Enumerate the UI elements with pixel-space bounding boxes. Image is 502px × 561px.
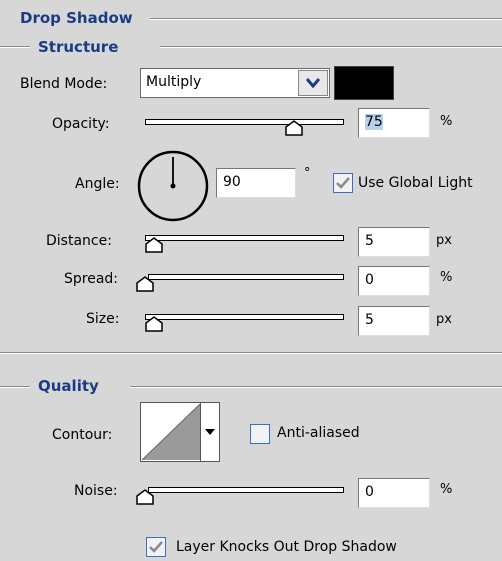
anti-aliased-label[interactable]: Anti-aliased bbox=[277, 425, 360, 441]
contour-dropdown-button[interactable] bbox=[200, 403, 219, 461]
opacity-label: Opacity: bbox=[52, 116, 110, 132]
divider bbox=[160, 46, 502, 48]
angle-value: 90 bbox=[223, 174, 241, 190]
divider bbox=[130, 386, 502, 388]
distance-slider-track[interactable] bbox=[145, 235, 344, 241]
blend-mode-value: Multiply bbox=[146, 74, 202, 90]
opacity-value: 75 bbox=[365, 114, 383, 130]
noise-input[interactable]: 0 bbox=[358, 478, 430, 508]
contour-picker[interactable] bbox=[140, 402, 220, 462]
noise-slider-thumb[interactable] bbox=[136, 489, 154, 505]
angle-unit: ° bbox=[304, 166, 311, 181]
anti-aliased-checkbox[interactable] bbox=[250, 424, 270, 444]
size-slider-track[interactable] bbox=[145, 314, 344, 320]
section-separator bbox=[0, 352, 502, 354]
checkmark-icon bbox=[149, 541, 163, 553]
caret-down-icon bbox=[205, 429, 215, 435]
size-value: 5 bbox=[365, 312, 374, 328]
distance-slider-thumb[interactable] bbox=[145, 237, 163, 253]
spread-value: 0 bbox=[365, 272, 374, 288]
noise-label: Noise: bbox=[74, 483, 118, 499]
contour-preview-icon bbox=[141, 403, 201, 461]
panel-title: Drop Shadow bbox=[20, 9, 133, 27]
spread-input[interactable]: 0 bbox=[358, 266, 430, 296]
angle-input[interactable]: 90 bbox=[216, 168, 296, 198]
opacity-slider-track[interactable] bbox=[145, 119, 344, 125]
size-label: Size: bbox=[86, 311, 120, 327]
opacity-slider-thumb[interactable] bbox=[285, 120, 303, 136]
noise-value: 0 bbox=[365, 484, 374, 500]
blend-mode-label: Blend Mode: bbox=[20, 76, 108, 92]
size-unit: px bbox=[436, 312, 452, 327]
spread-slider-track[interactable] bbox=[148, 274, 344, 280]
size-input[interactable]: 5 bbox=[358, 306, 430, 336]
distance-unit: px bbox=[436, 233, 452, 248]
use-global-light-label[interactable]: Use Global Light bbox=[358, 175, 473, 191]
opacity-input[interactable]: 75 bbox=[358, 108, 430, 138]
chevron-down-icon[interactable] bbox=[298, 70, 328, 96]
spread-label: Spread: bbox=[64, 271, 119, 287]
quality-section-title: Quality bbox=[38, 377, 99, 395]
spread-slider-thumb[interactable] bbox=[136, 276, 154, 292]
distance-value: 5 bbox=[365, 233, 374, 249]
use-global-light-checkbox[interactable] bbox=[333, 173, 353, 193]
divider bbox=[0, 386, 30, 388]
size-slider-thumb[interactable] bbox=[145, 316, 163, 332]
checkmark-icon bbox=[336, 177, 350, 189]
contour-label: Contour: bbox=[52, 427, 113, 443]
layer-knocks-out-label[interactable]: Layer Knocks Out Drop Shadow bbox=[176, 539, 397, 555]
noise-unit: % bbox=[440, 482, 453, 497]
distance-input[interactable]: 5 bbox=[358, 227, 430, 257]
angle-label: Angle: bbox=[75, 176, 120, 192]
divider bbox=[0, 46, 30, 48]
divider bbox=[150, 18, 502, 20]
opacity-unit: % bbox=[440, 114, 453, 129]
layer-knocks-out-checkbox[interactable] bbox=[146, 537, 166, 557]
noise-slider-track[interactable] bbox=[148, 487, 344, 493]
distance-label: Distance: bbox=[46, 233, 112, 249]
angle-dial[interactable] bbox=[136, 149, 210, 223]
shadow-color-swatch[interactable] bbox=[334, 66, 394, 100]
blend-mode-select[interactable]: Multiply bbox=[140, 68, 330, 98]
spread-unit: % bbox=[440, 270, 453, 285]
structure-section-title: Structure bbox=[38, 38, 119, 56]
